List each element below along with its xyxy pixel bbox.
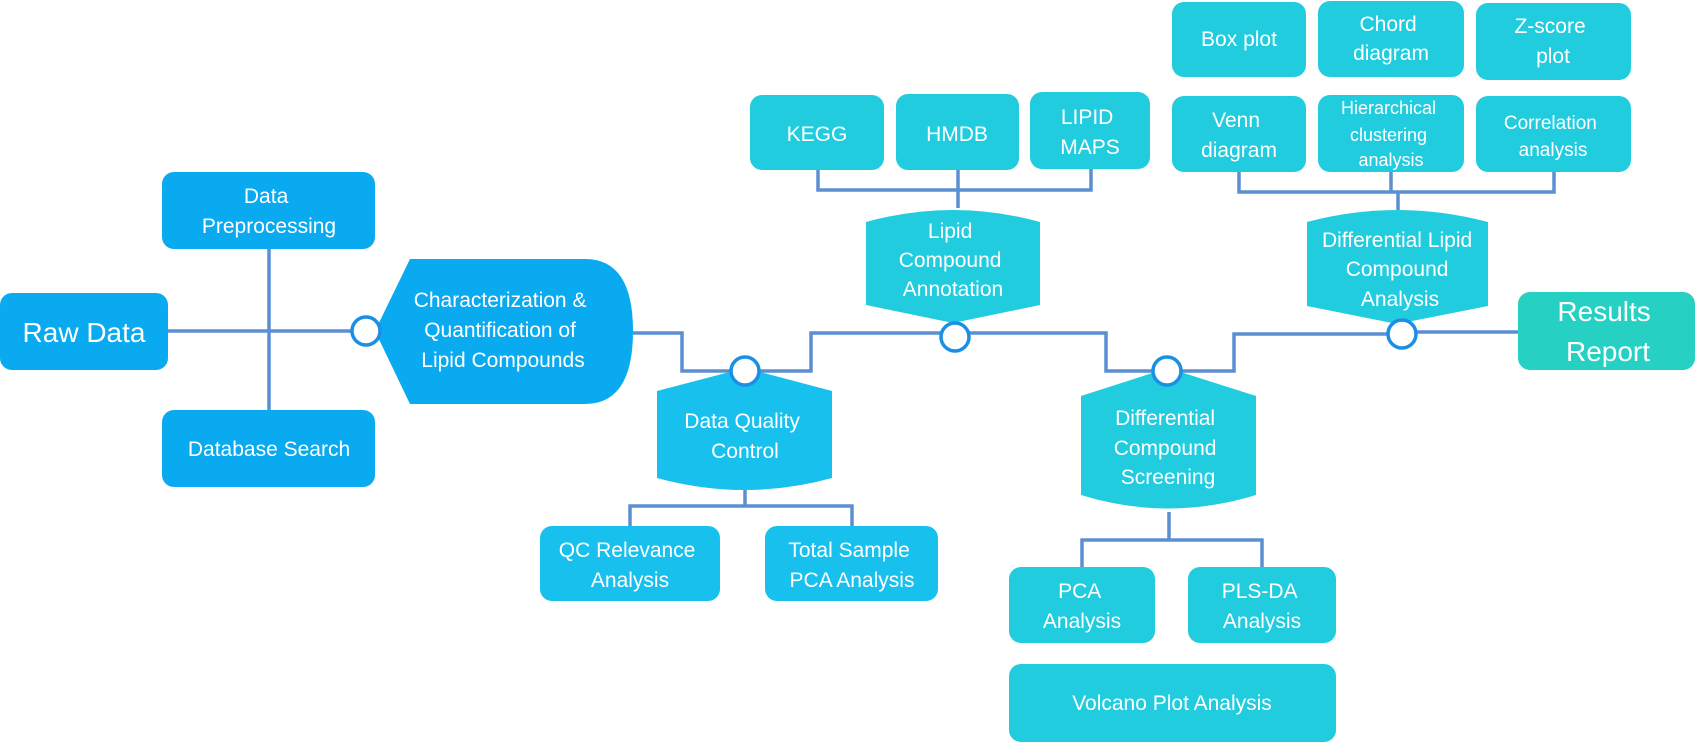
joint-lipid-annotation	[939, 321, 971, 353]
connector-annotation-parents	[816, 169, 1093, 208]
node-qc-relevance[interactable]: QC Relevance Analysis	[540, 526, 720, 601]
differential-screening-label: Differential Compound Screening	[1114, 407, 1223, 489]
node-chord-diagram[interactable]: Chord diagram	[1318, 1, 1464, 77]
workflow-diagram: Raw Data Data Preprocessing Database Sea…	[0, 0, 1695, 742]
node-lipid-maps[interactable]: LIPID MAPS	[1030, 92, 1150, 169]
node-characterization[interactable]: Characterization & Quantification of Lip…	[375, 259, 633, 404]
hmdb-label: HMDB	[926, 123, 988, 146]
node-volcano-plot[interactable]: Volcano Plot Analysis	[1009, 664, 1336, 742]
node-data-preprocessing[interactable]: Data Preprocessing	[162, 172, 375, 249]
characterization-label: Characterization & Quantification of Lip…	[414, 289, 593, 372]
node-differential-screening[interactable]: Differential Compound Screening	[1081, 368, 1256, 509]
connector-dqc-to-annotation	[759, 331, 941, 373]
node-venn-diagram[interactable]: Venn diagram	[1172, 96, 1306, 172]
connector-char-to-dqc	[633, 331, 731, 373]
diagram-svg: Raw Data Data Preprocessing Database Sea…	[0, 1, 1695, 742]
connector-screening-to-diff-lipid	[1181, 332, 1388, 373]
connector-diff-lipid-parents	[1237, 172, 1556, 210]
joint-differential-screening	[1151, 355, 1183, 387]
volcano-plot-label: Volcano Plot Analysis	[1072, 692, 1272, 715]
node-box-plot[interactable]: Box plot	[1172, 2, 1306, 77]
raw-data-label: Raw Data	[23, 317, 146, 348]
kegg-label: KEGG	[787, 123, 848, 146]
database-search-label: Database Search	[188, 438, 350, 461]
connector-dqc-children	[628, 490, 854, 526]
node-differential-lipid-analysis[interactable]: Differential Lipid Compound Analysis	[1307, 210, 1488, 324]
node-zscore-plot[interactable]: Z-score plot	[1476, 3, 1631, 80]
node-total-sample-pca[interactable]: Total Sample PCA Analysis	[765, 526, 938, 601]
joint-dqc	[729, 355, 761, 387]
node-results-report[interactable]: Results Report	[1518, 292, 1695, 370]
node-correlation-analysis[interactable]: Correlation analysis	[1476, 96, 1631, 172]
joint-characterization	[350, 315, 382, 347]
box-plot-label: Box plot	[1201, 28, 1277, 51]
node-pca-analysis[interactable]: PCA Analysis	[1009, 567, 1155, 643]
node-hmdb[interactable]: HMDB	[896, 94, 1019, 170]
node-kegg[interactable]: KEGG	[750, 95, 884, 170]
connector-screening-children	[1080, 512, 1264, 567]
node-lipid-annotation[interactable]: Lipid Compound Annotation	[866, 210, 1040, 323]
joint-differential-lipid	[1386, 318, 1418, 350]
node-plsda-analysis[interactable]: PLS-DA Analysis	[1188, 567, 1336, 643]
node-hierarchical-clustering[interactable]: Hierarchical clustering analysis	[1318, 95, 1464, 172]
node-raw-data[interactable]: Raw Data	[0, 293, 168, 370]
node-database-search[interactable]: Database Search	[162, 410, 375, 487]
connector-annotation-to-screening	[969, 331, 1153, 373]
